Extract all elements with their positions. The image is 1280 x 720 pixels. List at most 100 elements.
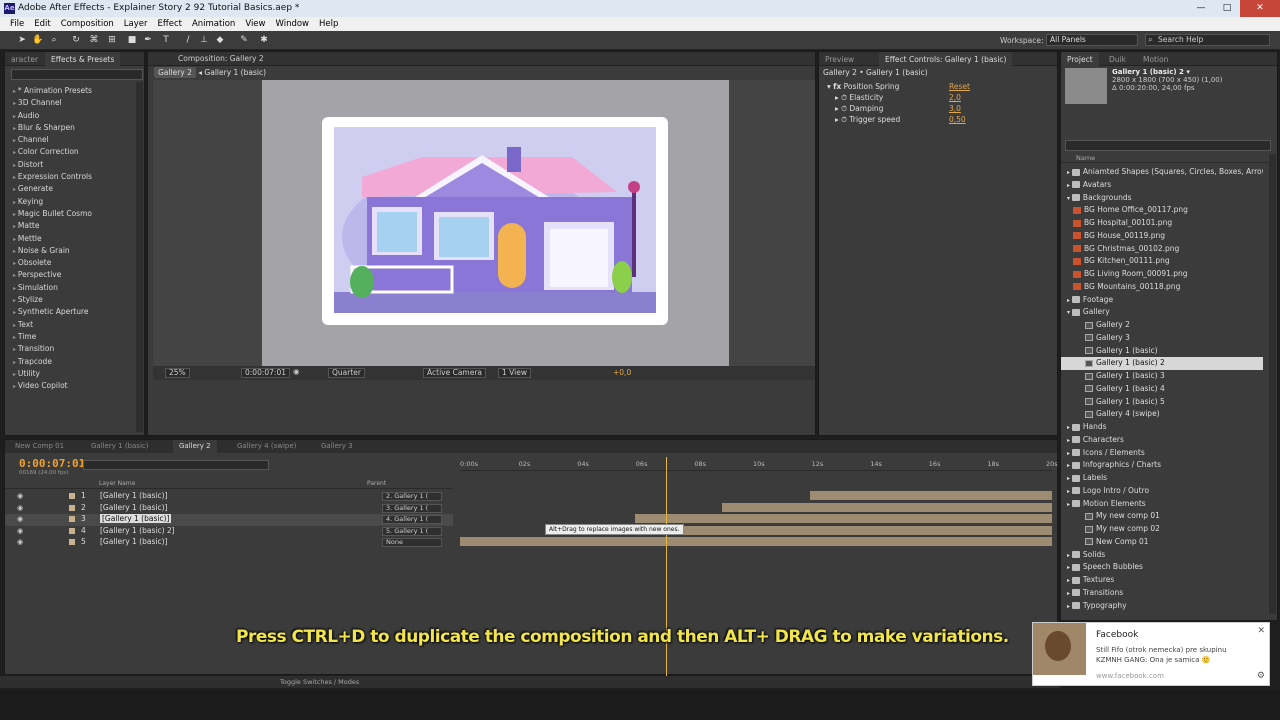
effects-item[interactable]: Perspective	[13, 269, 92, 281]
menu-layer[interactable]: Layer	[124, 19, 148, 29]
project-folder[interactable]: ▸ Motion Elements	[1061, 498, 1263, 511]
parent-select[interactable]: None	[382, 538, 442, 547]
tab-motion[interactable]: Motion	[1137, 52, 1174, 66]
menu-composition[interactable]: Composition	[61, 19, 114, 29]
menu-effect[interactable]: Effect	[158, 19, 182, 29]
layer-row[interactable]: ◉ 2 [Gallery 1 (basic)] 3. Gallery 1 (	[5, 503, 453, 515]
menu-file[interactable]: File	[10, 19, 24, 29]
project-item[interactable]: New Comp 01	[1061, 536, 1263, 549]
breadcrumb-next[interactable]: Gallery 1 (basic)	[204, 68, 266, 77]
project-item[interactable]: Gallery 1 (basic) 2	[1061, 357, 1263, 370]
effects-item[interactable]: Mettle	[13, 233, 92, 245]
layer-row[interactable]: ◉ 5 [Gallery 1 (basic)] None	[5, 537, 453, 549]
menu-help[interactable]: Help	[319, 19, 338, 29]
timeline-tab-active[interactable]: Gallery 2	[173, 440, 217, 453]
param-row[interactable]: ▸ ⏱ Elasticity	[835, 93, 883, 103]
label-color[interactable]	[69, 493, 75, 499]
layer-bar[interactable]	[810, 491, 1052, 500]
timeline-search-input[interactable]	[83, 460, 269, 470]
layer-row-selected[interactable]: ◉ 3 [Gallery 1 (basic)] 4. Gallery 1 (	[5, 514, 453, 526]
param-row[interactable]: ▸ ⏱ Trigger speed	[835, 115, 900, 125]
timeline-tab[interactable]: New Comp 01	[9, 440, 70, 453]
selection-tool-icon[interactable]: ➤	[16, 34, 28, 46]
puppet-tool-icon[interactable]: ✱	[258, 34, 270, 46]
timeline-timecode[interactable]: 0:00:07:01	[19, 457, 85, 470]
composition-tab[interactable]: Composition: Gallery 2	[178, 54, 264, 63]
project-item[interactable]: Gallery 1 (basic) 3	[1061, 370, 1263, 383]
tab-project[interactable]: Project	[1061, 52, 1099, 66]
effects-item[interactable]: Generate	[13, 183, 92, 195]
project-item[interactable]: Gallery 1 (basic) 5	[1061, 396, 1263, 409]
pan-behind-tool-icon[interactable]: ⊞	[106, 34, 118, 46]
project-item[interactable]: Gallery 1 (basic)	[1061, 345, 1263, 358]
effects-item[interactable]: Trapcode	[13, 356, 92, 368]
effect-row[interactable]: ▾ fx Position Spring	[827, 82, 899, 91]
composition-viewer[interactable]: 25% 0:00:07:01 ◉ Quarter Active Camera 1…	[153, 80, 815, 380]
project-folder[interactable]: ▸ Typography	[1061, 600, 1263, 613]
project-folder[interactable]: ▸ Characters	[1061, 434, 1263, 447]
effects-item[interactable]: Noise & Grain	[13, 245, 92, 257]
effects-item[interactable]: * Animation Presets	[13, 85, 92, 97]
resolution-select[interactable]: Quarter	[328, 368, 365, 378]
label-color[interactable]	[69, 527, 75, 534]
project-folder[interactable]: ▾ Gallery	[1061, 306, 1263, 319]
layer-name[interactable]: [Gallery 1 (basic)]	[100, 503, 167, 512]
breadcrumb-current[interactable]: Gallery 2	[154, 67, 196, 78]
layer-bar[interactable]	[460, 537, 1052, 546]
project-item[interactable]: My new comp 01	[1061, 510, 1263, 523]
project-folder[interactable]: ▸ Logo Intro / Outro	[1061, 485, 1263, 498]
pen-tool-icon[interactable]: ✒	[142, 34, 154, 46]
time-ruler[interactable]: 0:00s 02s 04s 06s 08s 10s 12s 14s 16s 18s 20s	[460, 457, 1058, 471]
effects-item[interactable]: Utility	[13, 368, 92, 380]
rectangle-tool-icon[interactable]: ■	[126, 34, 138, 46]
tab-effect-controls[interactable]: Effect Controls: Gallery 1 (basic)	[879, 52, 1013, 66]
project-item[interactable]: BG Home Office_00117.png	[1061, 204, 1263, 217]
gear-icon[interactable]: ⚙	[1257, 671, 1265, 681]
project-item[interactable]: BG Kitchen_00111.png	[1061, 255, 1263, 268]
layer-name[interactable]: [Gallery 1 (basic) 2]	[100, 526, 175, 535]
param-value[interactable]: 2,0	[949, 93, 961, 102]
parent-select[interactable]: 2. Gallery 1 (	[382, 492, 442, 501]
effects-item[interactable]: Blur & Sharpen	[13, 122, 92, 134]
layer-row[interactable]: ◉ 4 [Gallery 1 (basic) 2] 5. Gallery 1 (	[5, 526, 453, 538]
timeline-tab[interactable]: Gallery 4 (swipe)	[231, 440, 302, 453]
effects-item[interactable]: Audio	[13, 110, 92, 122]
label-color[interactable]	[69, 539, 75, 545]
project-folder[interactable]: ▸ Textures	[1061, 574, 1263, 587]
type-tool-icon[interactable]: T	[160, 34, 172, 46]
project-item[interactable]: BG Hospital_00101.png	[1061, 217, 1263, 230]
visibility-eye-icon[interactable]: ◉	[17, 538, 23, 546]
effects-item[interactable]: 3D Channel	[13, 97, 92, 109]
zoom-tool-icon[interactable]: ⌕	[48, 34, 60, 46]
layer-bar[interactable]	[722, 503, 1052, 512]
project-folder[interactable]: ▸ Aniamted Shapes (Squares, Circles, Box…	[1061, 166, 1263, 179]
menu-window[interactable]: Window	[275, 19, 309, 29]
visibility-eye-icon[interactable]: ◉	[17, 492, 23, 500]
layer-name[interactable]: [Gallery 1 (basic)]	[100, 537, 167, 546]
project-item[interactable]: BG Mountains_00118.png	[1061, 281, 1263, 294]
roto-brush-tool-icon[interactable]: ✎	[238, 34, 250, 46]
label-color[interactable]	[69, 504, 75, 511]
clone-stamp-tool-icon[interactable]: ⊥	[198, 34, 210, 46]
effects-item[interactable]: Distort	[13, 159, 92, 171]
visibility-eye-icon[interactable]: ◉	[17, 527, 23, 535]
layer-row[interactable]: ◉ 1 [Gallery 1 (basic)] 2. Gallery 1 (	[5, 491, 453, 503]
project-folder[interactable]: ▾ Backgrounds	[1061, 192, 1263, 205]
parent-select[interactable]: 3. Gallery 1 (	[382, 503, 442, 513]
hand-tool-icon[interactable]: ✋	[32, 34, 44, 46]
zoom-select[interactable]: 25%	[165, 368, 190, 378]
menu-animation[interactable]: Animation	[192, 19, 235, 29]
toggle-switches-modes[interactable]: Toggle Switches / Modes	[280, 678, 359, 686]
project-item[interactable]: BG Christmas_00102.png	[1061, 243, 1263, 256]
effects-item[interactable]: Transition	[13, 343, 92, 355]
workspace-select[interactable]: All Panels	[1046, 34, 1138, 46]
layer-bar[interactable]	[635, 514, 1052, 523]
parent-header[interactable]: Parent	[367, 480, 386, 487]
project-scrollbar[interactable]	[1269, 154, 1276, 614]
project-item[interactable]: My new comp 02	[1061, 523, 1263, 536]
effects-item[interactable]: Time	[13, 331, 92, 343]
visibility-eye-icon[interactable]: ◉	[17, 504, 23, 512]
layer-name-header[interactable]: Layer Name	[99, 480, 135, 487]
project-folder[interactable]: ▸ Hands	[1061, 421, 1263, 434]
param-value[interactable]: 0,50	[949, 115, 966, 124]
